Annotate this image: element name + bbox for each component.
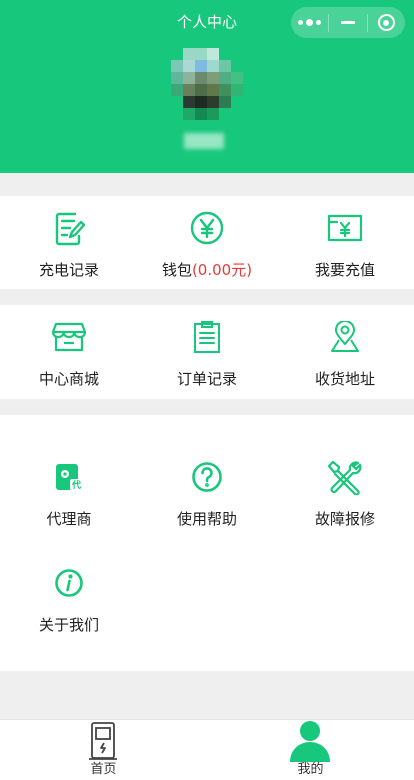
tab-home[interactable]: 首页: [0, 720, 207, 780]
menu-item-recharge[interactable]: 我要充值: [276, 210, 414, 280]
shop-icon: [52, 319, 86, 355]
menu-panel-account: 充电记录 钱包(0.00元) 我要充值: [0, 196, 414, 289]
recharge-label: 我要充值: [314, 261, 375, 279]
tab-bar: 首页 我的: [0, 719, 414, 780]
svg-text:代: 代: [71, 479, 81, 491]
shop-label: 中心商城: [38, 370, 99, 388]
orders-label: 订单记录: [176, 370, 237, 388]
wallet-text: 钱包: [161, 261, 192, 279]
help-icon: [191, 459, 223, 495]
avatar[interactable]: [171, 48, 243, 120]
wallet-label: 钱包(0.00元): [162, 260, 252, 280]
tab-mine-label: 我的: [297, 762, 324, 777]
recharge-icon: [327, 210, 363, 246]
wallet-yen-icon: [189, 210, 225, 246]
menu-panel-service: 代 代理商 使用帮助 故障报修 关于我们: [0, 415, 414, 671]
info-icon: [54, 565, 84, 601]
menu-item-agent[interactable]: 代 代理商: [0, 459, 138, 529]
clipboard-icon: [192, 319, 222, 355]
charger-station-icon: [89, 722, 117, 760]
menu-item-wallet[interactable]: 钱包(0.00元): [138, 210, 276, 280]
charge-record-label: 充电记录: [38, 261, 99, 279]
tab-home-label: 首页: [90, 762, 117, 777]
tab-mine[interactable]: 我的: [207, 720, 414, 780]
agent-icon: 代: [54, 459, 84, 495]
close-button[interactable]: [368, 7, 405, 38]
location-pin-icon: [330, 319, 360, 355]
more-dots-icon: [298, 19, 322, 26]
menu-item-address[interactable]: 收货地址: [276, 319, 414, 389]
menu-panel-shopping: 中心商城 订单记录 收货地址: [0, 305, 414, 399]
agent-label: 代理商: [46, 510, 92, 528]
target-circle-icon: [377, 14, 395, 31]
wallet-balance: (0.00元): [191, 261, 253, 279]
menu-item-help[interactable]: 使用帮助: [138, 459, 276, 529]
address-label: 收货地址: [314, 370, 375, 388]
menu-item-orders[interactable]: 订单记录: [138, 319, 276, 389]
nickname-blurred: [184, 133, 224, 149]
repair-tools-icon: [327, 459, 363, 495]
menu-item-charge-record[interactable]: 充电记录: [0, 210, 138, 280]
menu-item-repair[interactable]: 故障报修: [276, 459, 414, 529]
more-button[interactable]: [291, 7, 328, 38]
minimize-button[interactable]: [329, 7, 366, 38]
menu-item-shop[interactable]: 中心商城: [0, 319, 138, 389]
help-label: 使用帮助: [176, 510, 237, 528]
mini-program-capsule: [291, 7, 405, 38]
menu-item-about[interactable]: 关于我们: [0, 565, 138, 635]
charge-record-icon: [53, 210, 85, 246]
minimize-icon: [341, 21, 355, 24]
header: 个人中心: [0, 0, 414, 173]
user-icon: [290, 721, 330, 762]
repair-label: 故障报修: [314, 510, 375, 528]
about-label: 关于我们: [38, 616, 99, 634]
